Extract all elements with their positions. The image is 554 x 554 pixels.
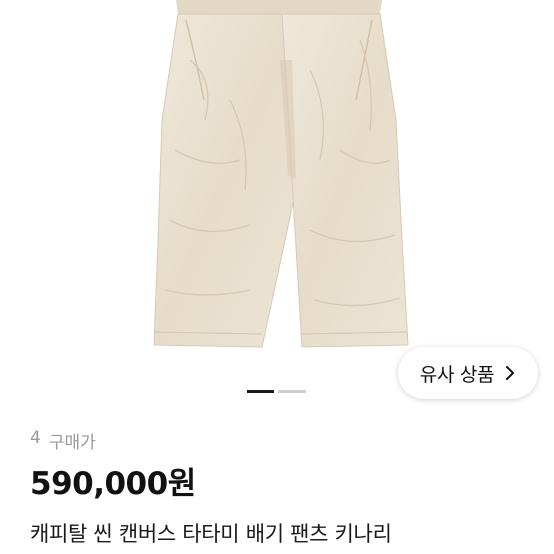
- product-title: 캐피탈 씬 캔버스 타타미 배기 팬츠 키나리: [30, 522, 392, 546]
- carousel-indicator-inactive[interactable]: [278, 390, 306, 393]
- chevron-right-icon: [506, 366, 515, 380]
- buyer-label: 구매가: [48, 433, 96, 453]
- similar-products-label: 유사 상품: [419, 363, 495, 386]
- similar-products-button[interactable]: 유사 상품: [398, 347, 538, 399]
- product-image[interactable]: [0, 0, 554, 400]
- buyer-count: 4: [30, 428, 41, 448]
- buyer-info: 4 구매가: [30, 428, 96, 453]
- pants-illustration: [153, 0, 409, 348]
- product-price: 590,000원: [30, 466, 196, 502]
- carousel-indicator-active[interactable]: [247, 390, 274, 393]
